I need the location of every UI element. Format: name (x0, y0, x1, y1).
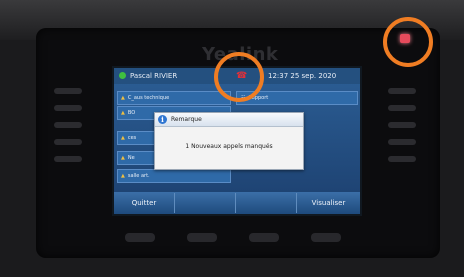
quit-softkey[interactable]: Quitter (114, 193, 175, 213)
highlight-circle-alert (214, 52, 264, 102)
presence-online-icon (119, 72, 126, 79)
line-key-5[interactable]: ▲ salle art. (117, 169, 231, 183)
right-side-button[interactable] (388, 105, 416, 111)
left-side-button[interactable] (54, 139, 82, 145)
line-key-label: ces (127, 135, 137, 141)
account-name: Pascal RIVIER (130, 72, 178, 80)
contact-icon: ▲ (121, 135, 125, 141)
contact-icon: ▲ (121, 173, 125, 179)
notification-dialog: i Remarque 1 Nouveaux appels manqués (154, 112, 304, 170)
right-side-button[interactable] (388, 122, 416, 128)
left-side-button[interactable] (54, 105, 82, 111)
line-key-1[interactable]: ▲ C_aus technique (117, 91, 231, 105)
dialog-message: 1 Nouveaux appels manqués (185, 143, 273, 150)
hardware-softkey-button[interactable] (187, 233, 217, 242)
right-side-button[interactable] (388, 139, 416, 145)
left-side-button[interactable] (54, 122, 82, 128)
line-key-label: salle art. (127, 173, 150, 179)
hardware-softkey-button[interactable] (249, 233, 279, 242)
clock: 12:37 25 sep. 2020 (268, 72, 337, 80)
info-icon: i (158, 115, 167, 124)
hardware-softkey-button[interactable] (125, 233, 155, 242)
dialog-header: i Remarque (155, 113, 303, 127)
contact-icon: ▲ (121, 155, 125, 161)
contact-icon: ▲ (121, 110, 125, 116)
line-key-label: C_aus technique (127, 95, 170, 101)
contact-icon: ▲ (121, 95, 125, 101)
highlight-circle-led (383, 17, 433, 67)
right-side-button[interactable] (388, 88, 416, 94)
left-side-button[interactable] (54, 88, 82, 94)
empty-softkey[interactable] (236, 193, 297, 213)
hardware-softkey-button[interactable] (311, 233, 341, 242)
line-key-label: Ne (127, 155, 135, 161)
dialog-title: Remarque (171, 116, 202, 123)
view-softkey[interactable]: Visualiser (297, 193, 360, 213)
line-key-label: BO (127, 110, 136, 116)
left-side-button[interactable] (54, 156, 82, 162)
empty-softkey[interactable] (175, 193, 236, 213)
right-side-button[interactable] (388, 156, 416, 162)
softkey-bar: Quitter Visualiser (114, 192, 360, 214)
